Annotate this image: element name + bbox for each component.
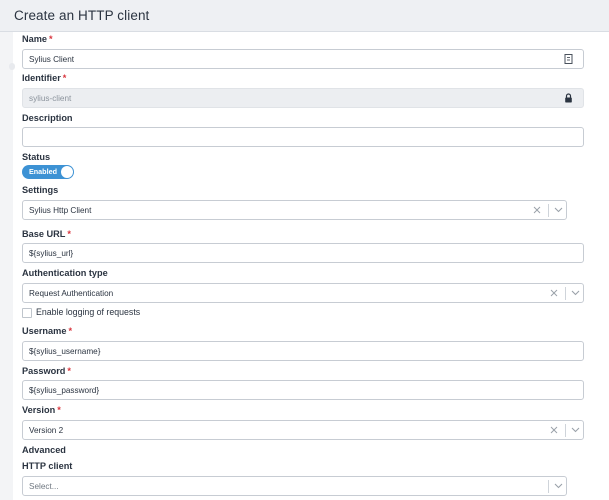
page-header: Create an HTTP client	[0, 0, 609, 32]
clear-icon[interactable]	[550, 426, 558, 434]
required-mark: *	[49, 34, 53, 44]
settings-label: Settings	[22, 185, 59, 195]
select-separator	[548, 480, 549, 493]
logging-checkbox-label[interactable]: Enable logging of requests	[36, 307, 140, 317]
left-rail	[0, 32, 13, 500]
password-field[interactable]: ${sylius_password}	[22, 380, 584, 400]
version-value: Version 2	[29, 426, 64, 435]
name-value: Sylius Client	[29, 55, 75, 64]
http-client-label: HTTP client	[22, 461, 73, 471]
identifier-label: Identifier *	[22, 73, 67, 83]
required-mark: *	[57, 405, 61, 415]
required-mark: *	[67, 229, 71, 239]
name-label: Name *	[22, 34, 53, 44]
status-toggle[interactable]: Enabled	[22, 165, 74, 179]
clear-icon[interactable]	[550, 289, 558, 297]
select-separator	[548, 204, 549, 217]
username-label: Username *	[22, 326, 73, 336]
description-label: Description	[22, 113, 73, 123]
status-label: Status	[22, 152, 51, 162]
left-rail-handle	[9, 63, 15, 70]
description-field[interactable]	[22, 127, 584, 147]
version-label: Version *	[22, 405, 61, 415]
identifier-value: sylius-client	[29, 94, 72, 103]
base-url-value: ${sylius_url}	[29, 249, 74, 258]
chevron-down-icon[interactable]	[554, 206, 563, 213]
page-title: Create an HTTP client	[14, 8, 150, 23]
clear-icon[interactable]	[533, 206, 541, 214]
username-value: ${sylius_username}	[29, 347, 101, 356]
base-url-field[interactable]: ${sylius_url}	[22, 243, 584, 263]
name-field[interactable]: Sylius Client	[22, 49, 584, 69]
advanced-label: Advanced	[22, 445, 66, 455]
select-separator	[565, 287, 566, 300]
password-label: Password *	[22, 366, 71, 376]
base-url-label: Base URL *	[22, 229, 71, 239]
chevron-down-icon[interactable]	[571, 289, 580, 296]
authentication-type-label: Authentication type	[22, 268, 108, 278]
authentication-type-select[interactable]: Request Authentication	[22, 283, 584, 303]
required-mark: *	[68, 326, 73, 336]
logging-checkbox[interactable]	[22, 308, 32, 318]
chevron-down-icon[interactable]	[571, 426, 580, 433]
username-field[interactable]: ${sylius_username}	[22, 341, 584, 361]
status-toggle-label: Enabled	[29, 167, 57, 176]
password-value: ${sylius_password}	[29, 386, 100, 395]
settings-select[interactable]: Sylius Http Client	[22, 200, 567, 220]
settings-value: Sylius Http Client	[29, 206, 92, 215]
chevron-down-icon[interactable]	[554, 482, 563, 489]
select-separator	[565, 424, 566, 437]
version-select[interactable]: Version 2	[22, 420, 584, 440]
required-mark: *	[62, 73, 67, 83]
identifier-field: sylius-client	[22, 88, 584, 108]
required-mark: *	[67, 366, 71, 376]
authentication-type-value: Request Authentication	[29, 289, 114, 298]
http-client-select[interactable]: Select...	[22, 476, 567, 496]
lock-icon	[565, 93, 572, 103]
http-client-placeholder: Select...	[29, 482, 59, 491]
document-icon[interactable]	[564, 54, 573, 64]
toggle-knob	[61, 166, 73, 178]
